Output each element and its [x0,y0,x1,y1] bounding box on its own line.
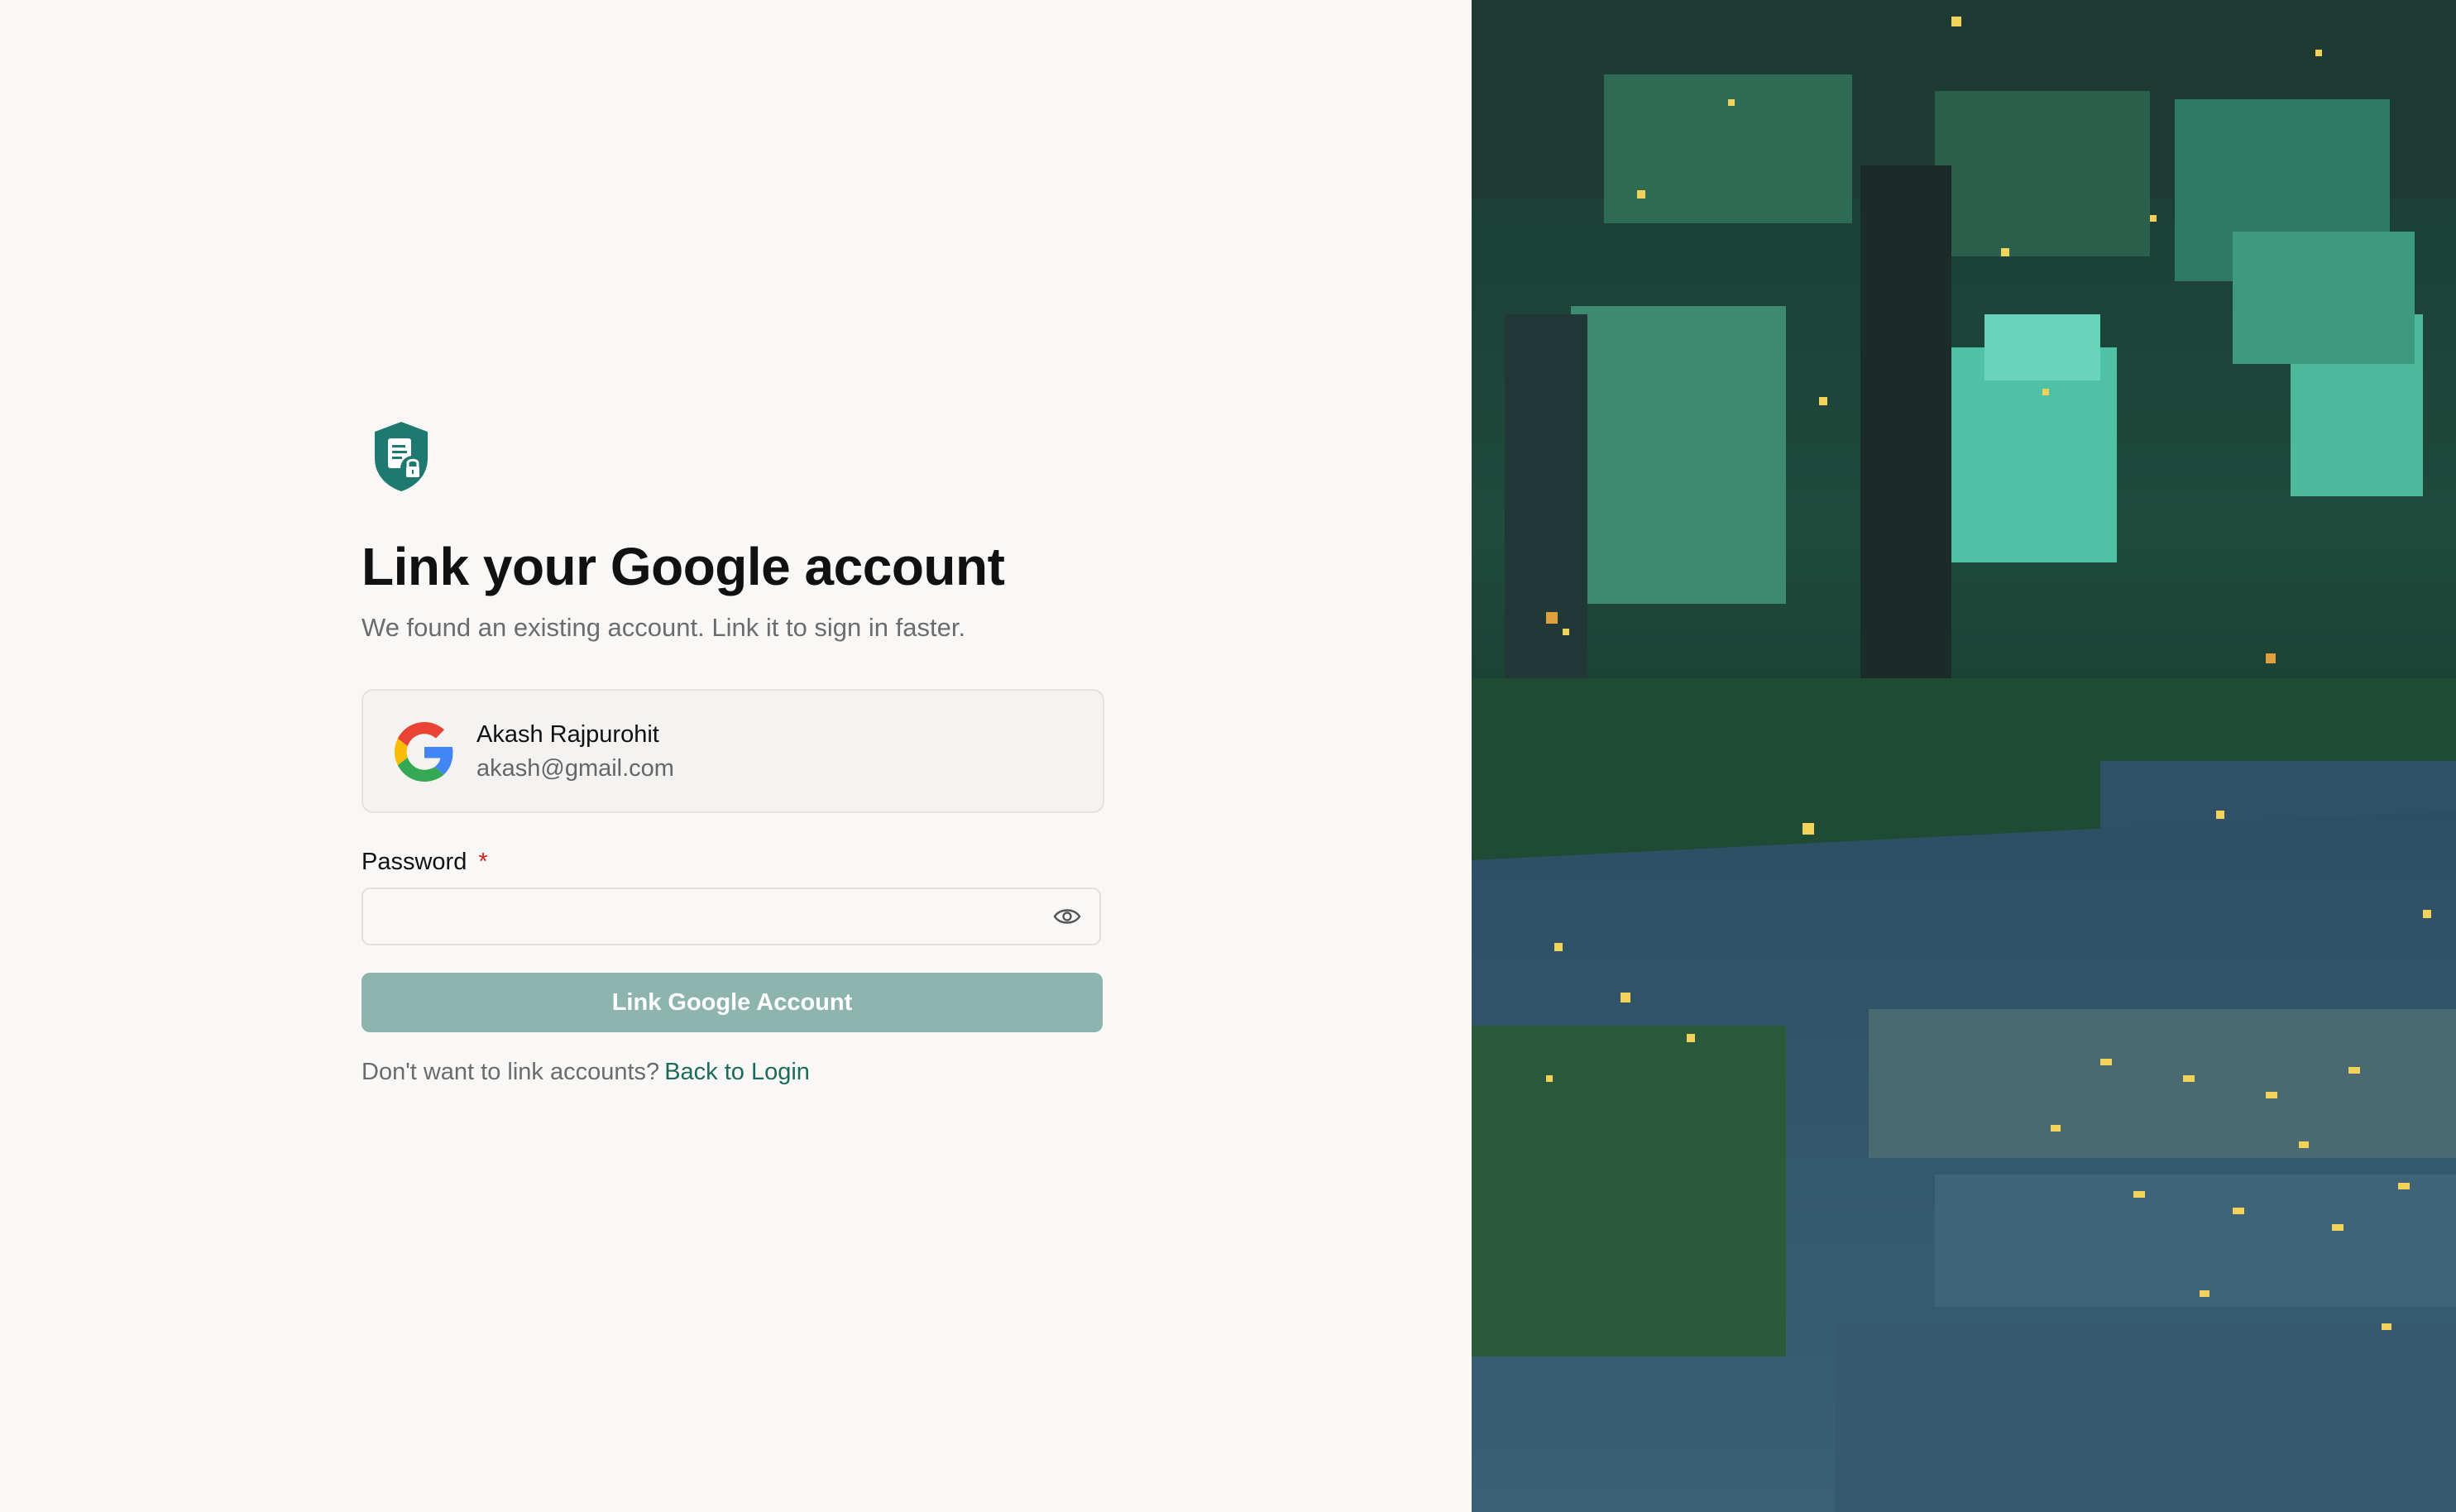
account-email: akash@gmail.com [476,755,674,782]
password-input[interactable] [361,888,1101,945]
auth-panel: Link your Google account We found an exi… [0,0,1472,1512]
illustration-panel [1472,0,2456,1512]
password-label-text: Password [361,849,467,875]
link-google-account-button[interactable]: Link Google Account [361,973,1103,1032]
required-marker: * [478,849,488,875]
google-account-card: Akash Rajpurohit akash@gmail.com [361,689,1104,813]
pixel-forest-path-image [1472,0,2456,1512]
eye-icon[interactable] [1053,904,1081,929]
password-label: Password * [361,849,488,876]
shield-document-lock-icon [375,422,428,491]
footer-prompt-text: Don't want to link accounts? [361,1059,660,1085]
back-to-login-link[interactable]: Back to Login [664,1059,810,1085]
google-icon [395,722,453,782]
footer-prompt: Don't want to link accounts? Back to Logi… [361,1059,810,1086]
page-title: Link your Google account [361,537,1005,596]
page-subtitle: We found an existing account. Link it to… [361,613,966,642]
account-name: Akash Rajpurohit [476,721,659,748]
